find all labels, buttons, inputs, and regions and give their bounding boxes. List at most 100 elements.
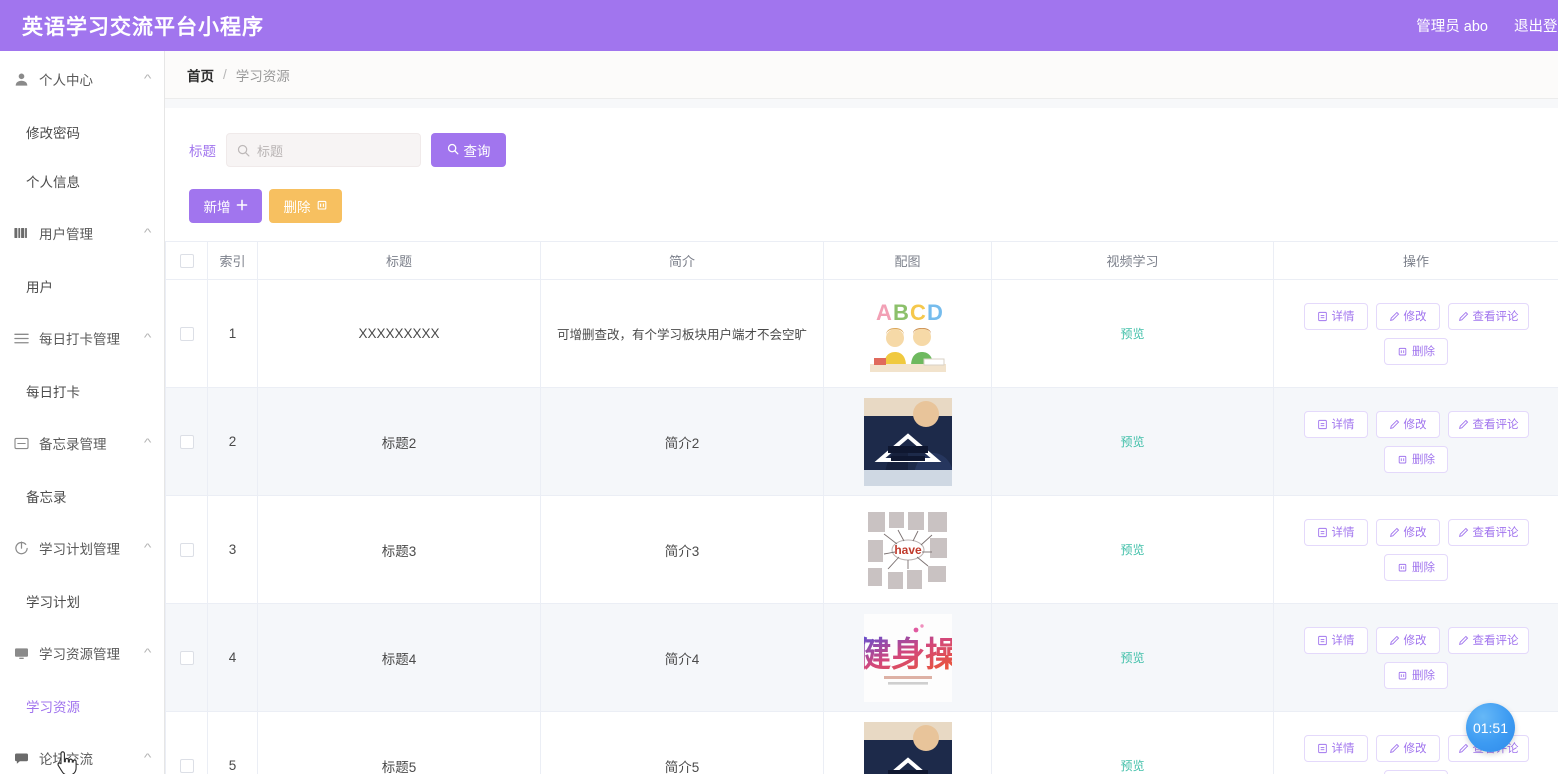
cell-video: 预览 — [991, 387, 1274, 496]
sidebar-group-label: 学习计划管理 — [39, 542, 120, 557]
document-icon — [1317, 311, 1328, 322]
trash-icon — [1397, 670, 1408, 681]
edit-button[interactable]: 修改 — [1375, 518, 1440, 546]
edit-button[interactable]: 修改 — [1375, 410, 1440, 438]
cell-image — [823, 711, 992, 774]
detail-button[interactable]: 详情 — [1303, 302, 1368, 330]
edit-button-label: 修改 — [1403, 527, 1427, 539]
detail-button-label: 详情 — [1331, 527, 1355, 539]
search-input[interactable]: 标题 — [226, 133, 421, 167]
view-comments-button-label: 查看评论 — [1472, 527, 1519, 539]
trash-icon — [1397, 454, 1408, 465]
video-preview-link[interactable]: 预览 — [1120, 651, 1144, 665]
column-header-operations: 操作 — [1273, 241, 1558, 280]
view-comments-button[interactable]: 查看评论 — [1447, 302, 1529, 330]
cell-image — [823, 387, 992, 496]
delete-button-label: 删除 — [283, 200, 311, 215]
breadcrumb-home[interactable]: 首页 — [187, 65, 214, 85]
view-comments-button[interactable]: 查看评论 — [1447, 518, 1529, 546]
edit-button[interactable]: 修改 — [1375, 302, 1440, 330]
cell-operations: 详情 修改 查看评论 删除 — [1273, 279, 1558, 388]
sidebar-item-personal-info[interactable]: 个人信息 — [0, 156, 164, 205]
abcd-kids-thumbnail[interactable]: A B C D — [863, 289, 952, 378]
column-header-image: 配图 — [823, 241, 992, 280]
pencil-icon — [1389, 527, 1400, 538]
detail-button-label: 详情 — [1331, 635, 1355, 647]
study-photo-thumbnail[interactable] — [863, 397, 955, 486]
document-icon — [1317, 635, 1328, 646]
session-timer-badge[interactable]: 01:51 — [1466, 703, 1515, 752]
sidebar-group-daily-checkin-management[interactable]: 每日打卡管理 ^ — [0, 310, 164, 366]
select-all-checkbox[interactable] — [179, 254, 194, 269]
sidebar-item-change-password[interactable]: 修改密码 — [0, 107, 164, 156]
sidebar-group-study-plan-management[interactable]: 学习计划管理 ^ — [0, 520, 164, 576]
row-checkbox[interactable] — [179, 543, 194, 558]
cell-video: 预览 — [991, 711, 1274, 774]
sidebar-item-study-resource[interactable]: 学习资源 — [0, 681, 164, 730]
add-button[interactable]: 新增 — [189, 189, 262, 223]
video-preview-link[interactable]: 预览 — [1120, 327, 1144, 341]
calligraphy-thumbnail[interactable]: 健身操 — [857, 613, 959, 702]
row-delete-button-label: 删除 — [1412, 562, 1435, 574]
detail-button[interactable]: 详情 — [1303, 410, 1368, 438]
sidebar-group-study-resource-management[interactable]: 学习资源管理 ^ — [0, 625, 164, 681]
sidebar-item-daily-checkin[interactable]: 每日打卡 — [0, 366, 164, 415]
sidebar-item-study-plan[interactable]: 学习计划 — [0, 576, 164, 625]
edit-button[interactable]: 修改 — [1375, 734, 1440, 762]
detail-button[interactable]: 详情 — [1303, 626, 1368, 654]
svg-text:C: C — [910, 300, 926, 325]
cell-index: 5 — [207, 711, 258, 774]
sidebar-item-users[interactable]: 用户 — [0, 261, 164, 310]
cell-index: 4 — [207, 603, 258, 712]
row-action-group: 详情 修改 查看评论 删除 — [1274, 734, 1558, 774]
row-delete-button[interactable]: 删除 — [1384, 553, 1448, 581]
app-header: 英语学习交流平台小程序 管理员 abo 退出登录 — [0, 0, 1558, 51]
cell-description: 简介4 — [540, 603, 824, 712]
row-checkbox[interactable] — [179, 651, 194, 666]
view-comments-button-label: 查看评论 — [1472, 311, 1519, 323]
pencil-icon — [1389, 743, 1400, 754]
cell-title: 标题4 — [257, 603, 541, 712]
sidebar-group-forum[interactable]: 论坛交流 ^ — [0, 730, 164, 774]
sidebar-group-user-management[interactable]: 用户管理 ^ — [0, 205, 164, 261]
study-photo-thumbnail[interactable] — [863, 721, 952, 774]
query-button[interactable]: 查询 — [431, 133, 506, 167]
content-panel: 标题 标题 查询 新增 删除 索引 标题 简介 配图 视频学习 操作 1 XXX… — [165, 108, 1558, 774]
document-icon — [1317, 527, 1328, 538]
svg-text:健身操: 健身操 — [864, 636, 952, 674]
logout-button[interactable]: 退出登录 — [1514, 15, 1558, 36]
cell-operations: 详情 修改 查看评论 删除 — [1273, 711, 1558, 774]
edit-button[interactable]: 修改 — [1375, 626, 1440, 654]
header-right-area: 管理员 abo 退出登录 — [1416, 15, 1558, 36]
cell-video: 预览 — [991, 603, 1274, 712]
row-select-cell — [165, 279, 208, 388]
row-delete-button[interactable]: 删除 — [1384, 445, 1448, 473]
video-preview-link[interactable]: 预览 — [1120, 759, 1144, 773]
detail-button[interactable]: 详情 — [1303, 734, 1368, 762]
have-mindmap-thumbnail[interactable]: have — [863, 505, 952, 594]
pencil-icon — [1389, 419, 1400, 430]
row-delete-button[interactable]: 删除 — [1384, 769, 1448, 774]
row-checkbox[interactable] — [179, 327, 194, 342]
sidebar-group-memo-management[interactable]: 备忘录管理 ^ — [0, 415, 164, 471]
edit-button-label: 修改 — [1403, 419, 1427, 431]
view-comments-button[interactable]: 查看评论 — [1447, 410, 1529, 438]
users-icon — [13, 225, 30, 242]
cell-index: 3 — [207, 495, 258, 604]
row-checkbox[interactable] — [179, 435, 194, 450]
video-preview-link[interactable]: 预览 — [1120, 435, 1144, 449]
row-delete-button[interactable]: 删除 — [1384, 661, 1448, 689]
svg-text:have: have — [894, 543, 922, 557]
sidebar-item-memo[interactable]: 备忘录 — [0, 471, 164, 520]
row-delete-button[interactable]: 删除 — [1384, 337, 1448, 365]
detail-button[interactable]: 详情 — [1303, 518, 1368, 546]
row-checkbox[interactable] — [179, 759, 194, 774]
view-comments-button[interactable]: 查看评论 — [1447, 626, 1529, 654]
sidebar-group-personal-center[interactable]: 个人中心 ^ — [0, 51, 164, 107]
sidebar-item-label: 学习计划 — [26, 594, 80, 610]
delete-button[interactable]: 删除 — [269, 189, 342, 223]
video-preview-link[interactable]: 预览 — [1120, 543, 1144, 557]
detail-button-label: 详情 — [1331, 743, 1355, 755]
pencil-icon — [1458, 635, 1469, 646]
monitor-icon — [13, 645, 30, 662]
